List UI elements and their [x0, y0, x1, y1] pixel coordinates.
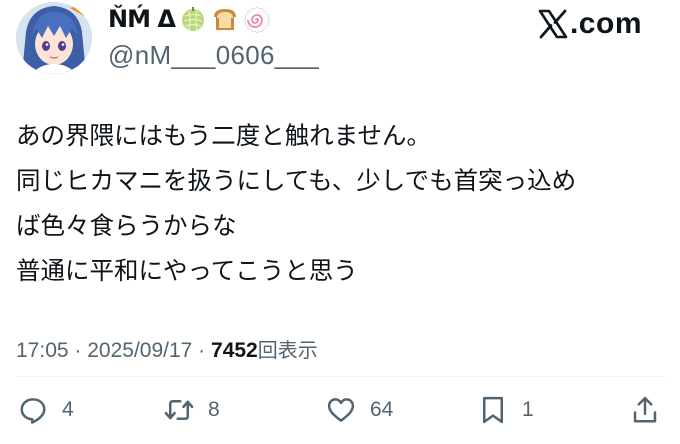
- tweet-text-line: 同じヒカマニを扱うにしても、少しでも首突っ込め: [16, 166, 577, 195]
- x-logo-domain: .com: [569, 7, 642, 40]
- bookmark-count: 1: [522, 398, 534, 421]
- display-name-text: ŇḾ Δ: [108, 5, 176, 33]
- tweet-text: あの界隈にはもう二度と触れません。 同じヒカマニを扱うにしても、少しでも首突っ込…: [16, 113, 666, 293]
- avatar[interactable]: [16, 2, 92, 74]
- avatar-image: [16, 2, 92, 74]
- meta-separator: ·: [192, 339, 212, 362]
- tweet-date[interactable]: 2025/09/17: [87, 339, 192, 363]
- like-button[interactable]: 64: [326, 390, 393, 430]
- divider: [16, 376, 666, 377]
- retweet-icon: [164, 400, 194, 420]
- bookmark-button[interactable]: 1: [478, 390, 534, 430]
- views-count: 7452: [211, 339, 258, 362]
- narutomaki-emoji-icon: [243, 5, 271, 34]
- tweet-time[interactable]: 17:05: [16, 339, 69, 363]
- x-logo: .com: [538, 4, 642, 44]
- x-icon: [538, 9, 568, 39]
- tweet-card: ŇḾ Δ @nM___0606___ .com あの界隈にはもう二度と触れません…: [0, 0, 680, 444]
- user-handle[interactable]: @nM___0606___: [108, 40, 319, 71]
- heart-icon: [327, 398, 355, 422]
- tweet-text-line: ば色々食らうからな: [16, 211, 237, 240]
- display-name[interactable]: ŇḾ Δ: [108, 2, 271, 36]
- retweet-button[interactable]: 8: [164, 390, 220, 430]
- share-icon: [633, 396, 657, 423]
- tweet-meta: 17:05 · 2025/09/17 · 7452 回表示: [16, 334, 318, 363]
- bookmark-icon: [483, 396, 503, 424]
- action-bar: 4 8 64 1: [0, 390, 680, 430]
- share-button[interactable]: [630, 390, 660, 430]
- reply-count: 4: [62, 398, 74, 421]
- meta-separator: ·: [68, 339, 88, 362]
- bread-emoji-icon: [211, 5, 239, 33]
- tweet-text-line: 普通に平和にやってこうと思う: [16, 256, 358, 285]
- melon-emoji-icon: [179, 5, 207, 33]
- reply-icon: [20, 398, 46, 424]
- like-count: 64: [370, 398, 394, 421]
- tweet-text-line: あの界隈にはもう二度と触れません。: [16, 121, 432, 150]
- retweet-count: 8: [208, 398, 220, 421]
- reply-button[interactable]: 4: [18, 390, 74, 430]
- views-label: 回表示: [257, 338, 318, 362]
